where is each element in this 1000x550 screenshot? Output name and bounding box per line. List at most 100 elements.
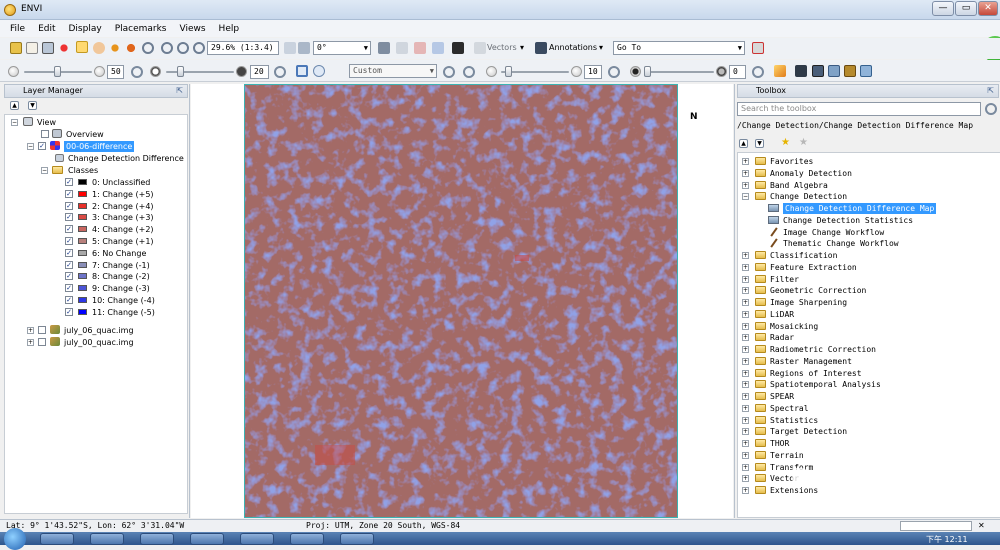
panel-dock-icon[interactable]: ⇱ (176, 85, 183, 97)
collapse-icon[interactable]: − (41, 167, 48, 174)
class-checkbox[interactable]: ✓ (65, 225, 73, 234)
collapse-icon[interactable]: − (27, 143, 34, 150)
expand-icon[interactable]: + (742, 252, 749, 259)
zoom-in-icon[interactable] (161, 42, 173, 54)
expand-icon[interactable]: + (742, 287, 749, 295)
class-checkbox[interactable]: ✓ (65, 213, 73, 222)
remove-favorite-star-icon[interactable]: ★ (799, 137, 808, 149)
stretch-linear-icon[interactable] (296, 65, 308, 77)
crosshairs-icon[interactable] (396, 42, 408, 54)
zoom-out-icon[interactable] (177, 42, 189, 54)
add-favorite-star-icon[interactable]: ★ (781, 137, 790, 149)
expand-icon[interactable]: + (742, 181, 749, 189)
file-checkbox[interactable] (38, 338, 46, 346)
close-button[interactable]: ✕ (978, 1, 998, 16)
expand-icon[interactable]: + (742, 428, 749, 436)
expand-icon[interactable]: + (742, 451, 749, 459)
transparency-high-icon[interactable] (716, 66, 727, 77)
goto-combo[interactable]: Go To ▼ (613, 41, 745, 55)
expand-icon[interactable]: + (742, 169, 749, 177)
reset-contrast-icon[interactable] (274, 66, 286, 78)
expand-icon[interactable]: + (742, 357, 749, 365)
expand-icon[interactable]: + (742, 463, 749, 471)
expand-icon[interactable]: + (742, 299, 749, 306)
brightness-low-icon[interactable] (8, 66, 19, 77)
taskbar-app-3[interactable] (140, 533, 174, 545)
annotations-dropdown[interactable]: Annotations (549, 42, 597, 54)
expand-all-icon[interactable]: ▼ (755, 139, 764, 148)
layer-view-icon[interactable] (812, 65, 824, 77)
menu-edit[interactable]: Edit (38, 24, 55, 34)
placemark-pin-icon[interactable] (58, 42, 70, 54)
cancel-icon[interactable]: ✕ (978, 520, 985, 532)
expand-icon[interactable]: + (742, 334, 749, 342)
menu-views[interactable]: Views (180, 24, 206, 34)
class-checkbox[interactable]: ✓ (65, 248, 73, 257)
collapse-icon[interactable]: − (742, 193, 749, 201)
collapse-all-icon[interactable]: ▲ (10, 101, 19, 110)
menu-placemarks[interactable]: Placemarks (115, 24, 167, 34)
class-checkbox[interactable]: ✓ (65, 284, 73, 293)
expand-icon[interactable]: + (27, 339, 34, 346)
expand-icon[interactable]: + (742, 322, 749, 330)
film-icon[interactable] (452, 42, 464, 54)
select-arrow-icon[interactable] (76, 41, 88, 53)
sharpen-field[interactable]: 10 (584, 65, 602, 79)
difference-layer-checkbox[interactable]: ✓ (38, 142, 46, 150)
open-file-icon[interactable] (10, 42, 22, 54)
taskbar-app-7[interactable] (340, 533, 374, 545)
system-clock[interactable]: 下午 12:11 (926, 534, 968, 545)
expand-icon[interactable]: + (742, 381, 749, 389)
start-button[interactable] (4, 528, 26, 550)
refresh-icon[interactable] (985, 103, 997, 115)
reset-sharpen-icon[interactable] (608, 66, 620, 78)
contrast-low-icon[interactable] (150, 66, 161, 77)
change-detection-raster[interactable] (244, 84, 678, 518)
stretch-type-icon[interactable] (313, 65, 325, 77)
brightness-high-icon[interactable] (94, 66, 105, 77)
crop-icon[interactable] (42, 42, 54, 54)
blend-icon[interactable] (860, 65, 872, 77)
taskbar-app-6[interactable] (290, 533, 324, 545)
class-checkbox[interactable]: ✓ (65, 272, 73, 281)
expand-icon[interactable]: + (742, 369, 749, 377)
contrast-slider-handle[interactable] (177, 66, 184, 77)
expand-icon[interactable]: + (742, 158, 749, 165)
overview-checkbox[interactable] (41, 130, 49, 138)
minimize-button[interactable]: — (932, 1, 954, 16)
expand-icon[interactable]: + (742, 263, 749, 271)
annotations-icon[interactable] (535, 42, 547, 54)
swipe-icon[interactable] (828, 65, 840, 77)
vectors-icon[interactable] (474, 42, 486, 54)
collapse-icon[interactable]: − (11, 119, 18, 126)
toolbox-search-input[interactable]: Search the toolbox (737, 102, 981, 116)
menu-file[interactable]: File (10, 24, 25, 34)
class-checkbox[interactable]: ✓ (65, 260, 73, 269)
sharpen-slider-handle[interactable] (505, 66, 512, 77)
expand-icon[interactable]: + (742, 475, 749, 483)
zoom-fit-icon[interactable] (193, 42, 205, 54)
taskbar-app-1[interactable] (40, 533, 74, 545)
flicker-icon[interactable] (844, 65, 856, 77)
panel-dock-icon[interactable]: ⇱ (987, 85, 994, 97)
stretch-combo[interactable]: Custom ▼ (349, 64, 437, 78)
expand-icon[interactable]: + (742, 275, 749, 283)
refresh-stretch-icon[interactable] (443, 66, 455, 78)
expand-icon[interactable]: + (742, 416, 749, 424)
class-checkbox[interactable]: ✓ (65, 237, 73, 245)
expand-icon[interactable]: + (742, 404, 749, 412)
cursor-value-icon[interactable] (378, 42, 390, 54)
reset-stretch-icon[interactable] (463, 66, 475, 78)
menu-display[interactable]: Display (69, 24, 102, 34)
collapse-all-icon[interactable]: ▲ (739, 139, 748, 148)
spectral-profile-icon[interactable] (414, 42, 426, 54)
north-up-icon[interactable] (284, 42, 296, 54)
taskbar-app-4[interactable] (190, 533, 224, 545)
class-checkbox[interactable]: ✓ (65, 201, 73, 210)
pan-hand-icon[interactable] (93, 42, 105, 54)
contrast-field[interactable]: 20 (250, 65, 269, 79)
reset-transparency-icon[interactable] (752, 66, 764, 78)
class-checkbox[interactable]: ✓ (65, 296, 73, 304)
sharpen-high-icon[interactable] (571, 66, 582, 77)
reset-brightness-icon[interactable] (131, 66, 143, 78)
